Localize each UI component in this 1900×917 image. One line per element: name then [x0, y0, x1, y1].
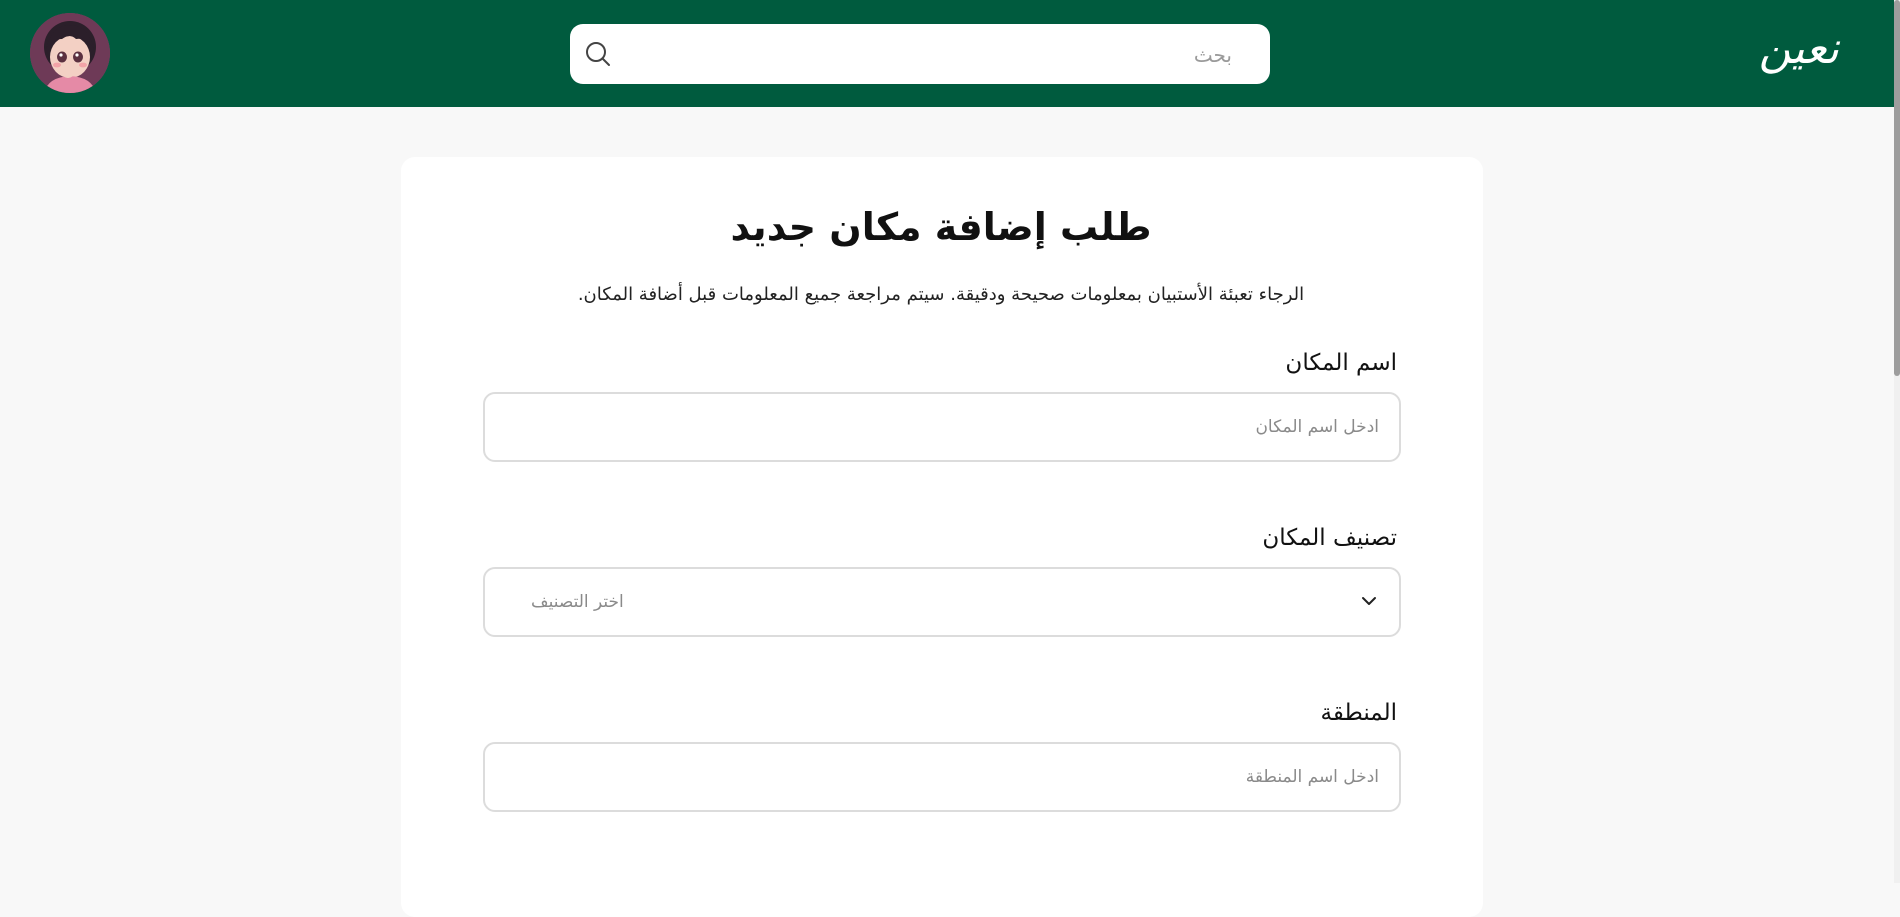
search-input[interactable]: [630, 24, 1234, 86]
page-scrollbar[interactable]: [1894, 0, 1900, 883]
scrollbar-thumb[interactable]: [1894, 0, 1900, 376]
page-title: طلب إضافة مكان جديد: [730, 205, 1152, 249]
form-instructions: الرجاء تعبئة الأستبيان بمعلومات صحيحة ود…: [577, 284, 1305, 305]
place-name-input[interactable]: [485, 394, 1399, 460]
category-select[interactable]: اختر التصنيف: [483, 567, 1401, 637]
avatar-image: [30, 13, 110, 93]
category-selected-value: اختر التصنيف: [531, 592, 624, 612]
category-label: تصنيف المكان: [1262, 525, 1397, 551]
app-logo[interactable]: نعين: [1709, 14, 1841, 84]
place-name-field[interactable]: [483, 392, 1401, 462]
region-input[interactable]: [485, 744, 1399, 810]
region-field[interactable]: [483, 742, 1401, 812]
place-name-label: اسم المكان: [1285, 350, 1397, 376]
chevron-down-icon[interactable]: [1361, 595, 1377, 607]
search-icon[interactable]: [584, 40, 612, 68]
user-avatar[interactable]: [30, 13, 110, 93]
region-label: المنطقة: [1320, 700, 1397, 726]
top-navigation-bar: نعين: [0, 0, 1894, 107]
search-box[interactable]: [570, 24, 1270, 86]
